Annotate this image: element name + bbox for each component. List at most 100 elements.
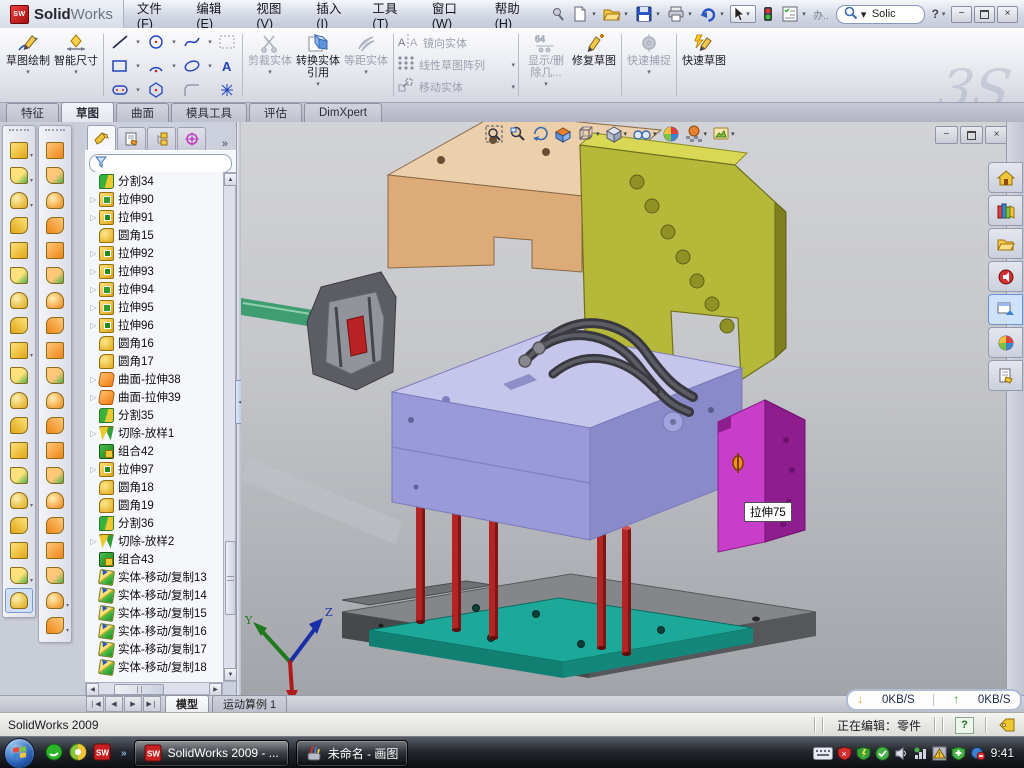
sketch-line-button[interactable]	[108, 31, 132, 53]
centerline-button[interactable]	[5, 538, 33, 563]
planar-surface-button[interactable]	[41, 288, 69, 313]
tree-item[interactable]: 实体-移动/复制17	[85, 640, 223, 658]
repair-sketch-button[interactable]: 修复草图	[570, 28, 618, 102]
manager-tabs-overflow[interactable]: »	[216, 138, 234, 150]
minimize-button[interactable]: −	[951, 6, 972, 23]
close-button[interactable]: ×	[997, 6, 1018, 23]
toolbar-grip[interactable]	[45, 129, 65, 135]
expand-arrow-icon[interactable]: ▷	[88, 213, 99, 222]
tree-item[interactable]: ▷拉伸95	[85, 298, 223, 316]
scroll-up-button[interactable]: ▲	[224, 173, 237, 186]
quicklaunch-security-suite[interactable]	[69, 743, 87, 764]
extruded-cut-button[interactable]: ▾	[5, 163, 33, 188]
help-button[interactable]: ?	[929, 7, 942, 21]
ribbon-tab-模具工具[interactable]: 模具工具	[171, 103, 247, 122]
tree-item[interactable]: 圆角17	[85, 352, 223, 370]
edit-appearance-button[interactable]	[662, 125, 680, 143]
model-tab[interactable]: 模型	[165, 695, 209, 712]
tree-item[interactable]: ▷切除-放样1	[85, 424, 223, 442]
menu-文件[interactable]: 文件(F)	[124, 0, 183, 28]
ribbon-tab-DimXpert[interactable]: DimXpert	[304, 103, 382, 122]
tree-item[interactable]: 分割35	[85, 406, 223, 424]
tray-sync-status-icon[interactable]	[970, 746, 985, 761]
taskbar-window-paint[interactable]: 未命名 - 画图	[296, 740, 409, 767]
graphics-viewport[interactable]: Y Z X ▾▾▾▾▾ − × 拉伸75	[241, 122, 1008, 695]
options-dropdown-icon[interactable]: ▾	[802, 10, 810, 18]
delete-face-button[interactable]	[41, 388, 69, 413]
view-settings-button[interactable]: ▾	[712, 125, 735, 143]
print-dropdown-icon[interactable]: ▾	[688, 10, 696, 18]
taskbar-window-solidworks[interactable]: SWSolidWorks 2009 - ...	[134, 740, 289, 767]
reference-geometry-button[interactable]: ▾	[5, 488, 33, 513]
dimxpert-manager-tab[interactable]	[177, 127, 206, 150]
menu-插入[interactable]: 插入(I)	[303, 0, 359, 28]
next-tab-button[interactable]: ▶	[124, 696, 142, 712]
undo-dropdown-icon[interactable]: ▾	[720, 10, 728, 18]
tree-filter-input[interactable]	[89, 154, 232, 173]
tree-item[interactable]: ▷拉伸94	[85, 280, 223, 298]
sketch-slot-dropdown[interactable]: ▾	[136, 86, 140, 94]
tree-item[interactable]: 圆角16	[85, 334, 223, 352]
zoom-fit-button[interactable]	[485, 125, 503, 143]
new-document-button[interactable]	[570, 4, 590, 24]
expand-arrow-icon[interactable]: ▷	[88, 285, 99, 294]
scroll-thumb[interactable]	[225, 541, 236, 615]
knit-surface-button[interactable]	[41, 438, 69, 463]
menu-编辑[interactable]: 编辑(E)	[183, 0, 243, 28]
taskbar-clock[interactable]: 9:41	[991, 746, 1014, 760]
tree-item[interactable]: ▷拉伸90	[85, 190, 223, 208]
move-entities-button[interactable]: 移动实体▾	[397, 77, 515, 96]
tree-item[interactable]: ▷拉伸91	[85, 208, 223, 226]
tree-item[interactable]: 实体-移动/复制18	[85, 658, 223, 676]
tree-item[interactable]: 分割36	[85, 514, 223, 532]
scroll-down-button[interactable]: ▼	[224, 668, 237, 681]
file-explorer-tab[interactable]	[988, 228, 1023, 259]
expand-arrow-icon[interactable]: ▷	[88, 375, 99, 384]
tree-item[interactable]: 实体-移动/复制14	[85, 586, 223, 604]
smart-dimension-button[interactable]: 智能尺寸▾	[52, 28, 100, 102]
sketch-point-button[interactable]	[215, 79, 239, 101]
ribbon-tab-评估[interactable]: 评估	[249, 103, 302, 122]
expand-arrow-icon[interactable]: ▷	[88, 537, 99, 546]
hide-show-items-button[interactable]: ▾	[632, 125, 657, 143]
quicklaunch-solidworks[interactable]: SW	[93, 743, 111, 764]
expand-arrow-icon[interactable]: ▷	[88, 249, 99, 258]
tree-item[interactable]: ▷拉伸96	[85, 316, 223, 334]
search-input[interactable]: ▾ Solic	[836, 5, 925, 24]
quick-snaps-button[interactable]: 快速捕捉▾	[625, 28, 673, 102]
first-tab-button[interactable]: ❘◀	[86, 696, 104, 712]
offset-surface-button[interactable]	[41, 338, 69, 363]
expand-arrow-icon[interactable]: ▷	[88, 321, 99, 330]
sketch-circle-dropdown[interactable]: ▾	[172, 38, 176, 46]
doc-close-button[interactable]: ×	[985, 126, 1008, 144]
mirror-entities-button[interactable]: AA镜向实体	[397, 33, 515, 52]
display-delete-relations-button[interactable]: 64显示/删除几...▾	[522, 28, 570, 102]
sketch-ellipse-button[interactable]	[180, 55, 204, 77]
tree-item[interactable]: ▷拉伸93	[85, 262, 223, 280]
ribbon-tab-特征[interactable]: 特征	[6, 103, 59, 122]
doc-minimize-button[interactable]: −	[935, 126, 958, 144]
solidworks-forum-tab[interactable]	[988, 261, 1023, 292]
tray-security-shield-icon[interactable]	[856, 746, 871, 761]
instant3d-button[interactable]	[5, 588, 33, 613]
view-orientation-button[interactable]: ▾	[577, 125, 600, 143]
save-button[interactable]	[634, 4, 654, 24]
help-dropdown-icon[interactable]: ▾	[942, 10, 949, 18]
sketch-boxsel-button[interactable]	[215, 31, 239, 53]
lofted-boss-button[interactable]	[5, 238, 33, 263]
tree-item[interactable]: 圆角19	[85, 496, 223, 514]
tree-item[interactable]: 实体-移动/复制13	[85, 568, 223, 586]
sketch-rect-dropdown[interactable]: ▾	[136, 62, 140, 70]
tree-item[interactable]: ▷拉伸92	[85, 244, 223, 262]
apply-scene-button[interactable]: ▾	[685, 125, 708, 143]
extruded-boss-button[interactable]: ▾	[5, 138, 33, 163]
chamfer-button[interactable]	[5, 288, 33, 313]
tree-item[interactable]: 圆角15	[85, 226, 223, 244]
tree-item[interactable]: 实体-移动/复制16	[85, 622, 223, 640]
offset-entities-button[interactable]: 等距实体▾	[342, 28, 390, 102]
model-clamp-unit[interactable]	[307, 272, 396, 390]
boundary-boss-button[interactable]	[5, 263, 33, 288]
fillet-surface-button[interactable]	[41, 538, 69, 563]
thicken-button[interactable]	[41, 563, 69, 588]
extruded-surface-button[interactable]	[41, 188, 69, 213]
